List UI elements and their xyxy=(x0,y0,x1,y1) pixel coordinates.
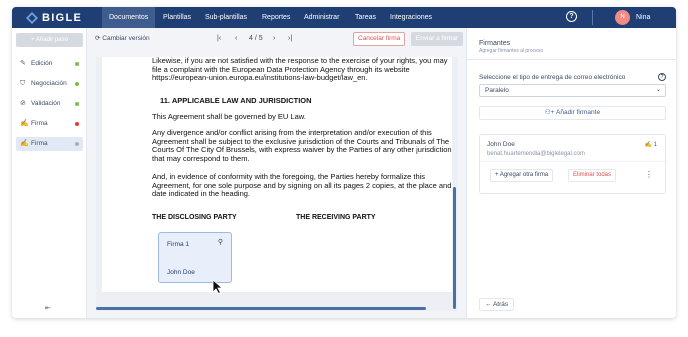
brand-name: BIGLE xyxy=(42,11,83,24)
vertical-scrollbar[interactable] xyxy=(453,187,456,309)
party-disclosing: THE DISCLOSING PARTY xyxy=(152,214,237,221)
delivery-type-value: Paralelo xyxy=(485,87,509,94)
status-dot xyxy=(75,82,79,86)
doc-paragraph-1: Likewise, if you are not satisfied with … xyxy=(152,56,448,82)
check-circle-icon: ⊘ xyxy=(20,100,26,107)
add-step-button[interactable]: + Añadir paso xyxy=(16,33,83,47)
panel-title: Firmantes xyxy=(479,40,511,47)
sidebar-item-firma-1[interactable]: ✍ Firma xyxy=(16,117,83,131)
status-dot xyxy=(75,122,79,126)
signature-icon: ✍ xyxy=(20,140,29,147)
brand-logo[interactable]: BIGLE xyxy=(26,10,82,25)
signature-icon: ✍ xyxy=(644,142,652,148)
workflow-sidebar: + Añadir paso ✎ Edición ⛉ Negociación ⊘ … xyxy=(12,28,87,318)
signer-email: benat.huartemendia@biglelegal.com xyxy=(487,151,585,157)
help-icon[interactable]: ? xyxy=(566,11,577,22)
nav-reportes[interactable]: Reportes xyxy=(262,7,290,28)
add-signer-label: Añadir firmante xyxy=(556,109,601,116)
back-label: Atrás xyxy=(492,301,509,308)
user-name[interactable]: Nina xyxy=(636,7,650,28)
pin-icon[interactable]: ⚲ xyxy=(218,239,223,248)
sidebar-item-validacion[interactable]: ⊘ Validación xyxy=(16,97,83,111)
send-to-sign-button[interactable]: Enviar a firmar xyxy=(411,32,463,46)
signature-field-label: Firma 1 xyxy=(167,241,190,248)
nav-plantillas[interactable]: Plantillas xyxy=(163,7,191,28)
more-options-icon[interactable]: ⋮ xyxy=(645,170,653,179)
edit-icon: ✎ xyxy=(20,60,26,67)
document-page: Likewise, if you are not satisfied with … xyxy=(102,56,452,292)
sidebar-item-edicion[interactable]: ✎ Edición xyxy=(16,57,83,71)
sidebar-item-label: Validación xyxy=(31,100,61,107)
delivery-type-select[interactable]: Paralelo ⌄ xyxy=(479,84,666,97)
nav-integraciones[interactable]: Integraciones xyxy=(390,7,432,28)
sidebar-item-negociacion[interactable]: ⛉ Negociación xyxy=(16,77,83,91)
delete-all-button[interactable]: Eliminar todas xyxy=(568,169,617,182)
add-signer-button[interactable]: ⚇+ Añadir firmante xyxy=(479,106,666,120)
horizontal-scrollbar[interactable] xyxy=(96,307,426,310)
status-dot xyxy=(75,102,79,106)
sidebar-item-label: Firma xyxy=(31,120,48,127)
signature-field[interactable]: Firma 1 ⚲ John Doe xyxy=(158,232,232,283)
cancel-signature-button[interactable]: Cancelar firma xyxy=(353,32,406,46)
top-navbar: BIGLE Documentos Plantillas Sub-plantill… xyxy=(12,7,676,28)
refresh-icon: ⟳ xyxy=(95,35,101,42)
delivery-type-label: Seleccione el tipo de entrega de correo … xyxy=(479,74,626,81)
last-page-icon[interactable]: ›| xyxy=(288,32,292,46)
avatar[interactable]: N xyxy=(615,10,630,25)
sidebar-item-label: Edición xyxy=(31,60,53,67)
card-divider xyxy=(480,161,667,162)
signature-count: 1 xyxy=(653,142,657,148)
nav-administrar[interactable]: Administrar xyxy=(304,7,339,28)
signers-panel: Firmantes Agregar firmantes al proceso S… xyxy=(466,28,676,318)
doc-paragraph-3: Any divergence and/or conflict arising f… xyxy=(152,128,452,163)
next-page-icon[interactable]: › xyxy=(273,32,275,46)
signer-card: John Doe benat.huartemendia@biglelegal.c… xyxy=(479,134,667,194)
document-toolbar: ⟳ Cambiar versión |‹ ‹ 4 / 5 › ›| Cancel… xyxy=(87,28,466,50)
question-help-icon[interactable]: ? xyxy=(658,73,666,81)
signature-icon: ✍ xyxy=(20,120,29,127)
collapse-sidebar-icon[interactable]: ⇤ xyxy=(45,304,51,312)
status-dot xyxy=(75,142,79,146)
sidebar-item-label: Negociación xyxy=(31,80,67,87)
panel-subtitle: Agregar firmantes al proceso xyxy=(479,48,544,54)
doc-paragraph-4: And, in evidence of conformity with the … xyxy=(152,172,452,198)
add-another-signature-button[interactable]: + Agregar otra firma xyxy=(490,169,554,182)
signature-count-badge: ✍ 1 xyxy=(645,141,658,148)
status-dot xyxy=(75,62,79,66)
prev-page-icon[interactable]: ‹ xyxy=(235,32,237,46)
first-page-icon[interactable]: |‹ xyxy=(217,32,221,46)
nav-documentos[interactable]: Documentos xyxy=(102,7,156,28)
change-version-label: Cambiar versión xyxy=(102,35,150,42)
app-window: BIGLE Documentos Plantillas Sub-plantill… xyxy=(12,7,676,318)
sidebar-item-label: Firma xyxy=(31,140,48,147)
change-version-button[interactable]: ⟳ Cambiar versión xyxy=(95,32,150,46)
signer-name: John Doe xyxy=(487,141,515,148)
back-button[interactable]: ← Atrás xyxy=(479,298,515,311)
add-user-icon: ⚇+ xyxy=(544,109,555,116)
doc-section-heading: 11. APPLICABLE LAW AND JURISDICTION xyxy=(160,96,312,105)
doc-paragraph-2: This Agreement shall be governed by EU L… xyxy=(152,112,306,121)
nav-divider xyxy=(592,10,593,25)
nav-tareas[interactable]: Tareas xyxy=(355,7,376,28)
nav-sub-plantillas[interactable]: Sub-plantillas xyxy=(205,7,247,28)
panel-divider xyxy=(467,59,676,60)
document-viewer[interactable]: Likewise, if you are not satisfied with … xyxy=(96,56,458,311)
chevron-down-icon: ⌄ xyxy=(655,87,661,93)
mouse-cursor-icon xyxy=(212,279,223,294)
bigle-logo-icon xyxy=(26,11,38,24)
page-indicator: 4 / 5 xyxy=(249,35,263,42)
handshake-icon: ⛉ xyxy=(20,80,26,87)
party-receiving: THE RECEIVING PARTY xyxy=(296,214,376,221)
sidebar-item-firma-2[interactable]: ✍ Firma xyxy=(16,137,83,151)
signature-field-name: John Doe xyxy=(167,269,195,276)
arrow-left-icon: ← xyxy=(485,301,492,308)
